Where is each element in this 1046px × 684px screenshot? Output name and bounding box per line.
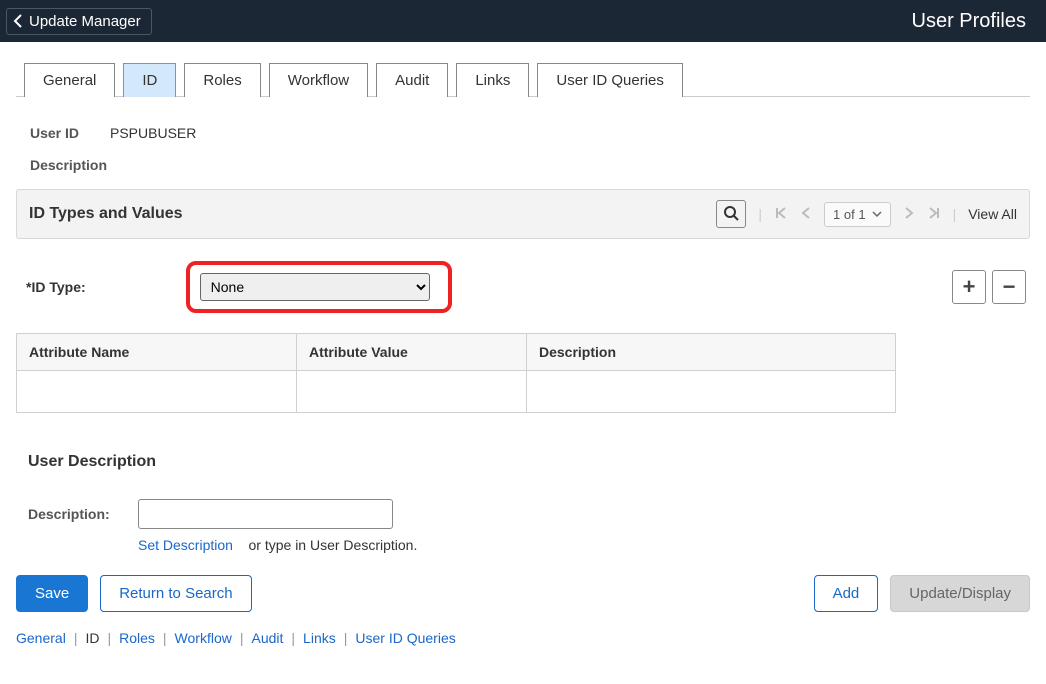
chevron-down-icon [872, 207, 882, 222]
save-button[interactable]: Save [16, 575, 88, 612]
remove-row-button[interactable]: − [992, 270, 1026, 304]
tab-general[interactable]: General [24, 63, 115, 97]
chevron-left-icon [13, 13, 23, 29]
next-page-button[interactable] [903, 206, 915, 223]
col-attr-name: Attribute Name [17, 334, 297, 371]
tab-audit[interactable]: Audit [376, 63, 448, 97]
user-desc-input[interactable] [138, 499, 393, 529]
page-title: User Profiles [912, 10, 1036, 33]
last-icon [927, 206, 941, 223]
highlight-box: None [186, 261, 452, 313]
return-to-search-button[interactable]: Return to Search [100, 575, 251, 612]
user-desc-label: Description: [28, 506, 138, 522]
last-page-button[interactable] [927, 206, 941, 223]
description-label: Description [30, 157, 1030, 173]
section-header: ID Types and Values | 1 of 1 [16, 189, 1030, 239]
tab-workflow[interactable]: Workflow [269, 63, 368, 97]
tab-roles[interactable]: Roles [184, 63, 260, 97]
section-search-button[interactable] [716, 200, 746, 228]
cell-attr-value [297, 371, 527, 413]
set-description-link[interactable]: Set Description [138, 537, 233, 553]
table-header-row: Attribute Name Attribute Value Descripti… [17, 334, 896, 371]
first-page-button[interactable] [774, 206, 788, 223]
link-user-id-queries[interactable]: User ID Queries [355, 630, 455, 646]
section-title: ID Types and Values [29, 205, 183, 223]
back-label: Update Manager [29, 13, 141, 30]
id-type-select[interactable]: None [200, 273, 430, 301]
plus-icon: + [963, 274, 976, 300]
link-id-current: ID [85, 630, 99, 646]
back-button[interactable]: Update Manager [6, 8, 152, 35]
col-description: Description [527, 334, 896, 371]
prev-page-button[interactable] [800, 206, 812, 223]
cell-description [527, 371, 896, 413]
tab-links[interactable]: Links [456, 63, 529, 97]
update-display-button[interactable]: Update/Display [890, 575, 1030, 612]
divider: | [953, 206, 957, 222]
page-text: 1 of 1 [833, 207, 866, 222]
id-type-label: *ID Type: [26, 279, 86, 295]
link-audit[interactable]: Audit [251, 630, 283, 646]
tab-id[interactable]: ID [123, 63, 176, 97]
divider: | [758, 206, 762, 222]
add-row-button[interactable]: + [952, 270, 986, 304]
first-icon [774, 206, 788, 223]
minus-icon: − [1003, 274, 1016, 300]
tab-user-id-queries[interactable]: User ID Queries [537, 63, 683, 97]
search-icon [723, 205, 739, 224]
bottom-tab-links: General| ID| Roles| Workflow| Audit| Lin… [16, 630, 1030, 646]
user-desc-hint: or type in User Description. [249, 537, 418, 553]
link-general[interactable]: General [16, 630, 66, 646]
user-id-label: User ID [30, 125, 100, 141]
attributes-table: Attribute Name Attribute Value Descripti… [16, 333, 896, 413]
col-attr-value: Attribute Value [297, 334, 527, 371]
chevron-right-icon [903, 206, 915, 223]
cell-attr-name [17, 371, 297, 413]
link-roles[interactable]: Roles [119, 630, 155, 646]
view-all-link[interactable]: View All [968, 206, 1017, 222]
chevron-left-icon [800, 206, 812, 223]
add-button[interactable]: Add [814, 575, 879, 612]
table-row [17, 371, 896, 413]
link-workflow[interactable]: Workflow [175, 630, 232, 646]
link-links[interactable]: Links [303, 630, 336, 646]
user-id-value: PSPUBUSER [110, 125, 196, 141]
page-indicator[interactable]: 1 of 1 [824, 202, 891, 227]
tab-bar: General ID Roles Workflow Audit Links Us… [16, 62, 1030, 97]
user-description-title: User Description [28, 453, 1030, 471]
